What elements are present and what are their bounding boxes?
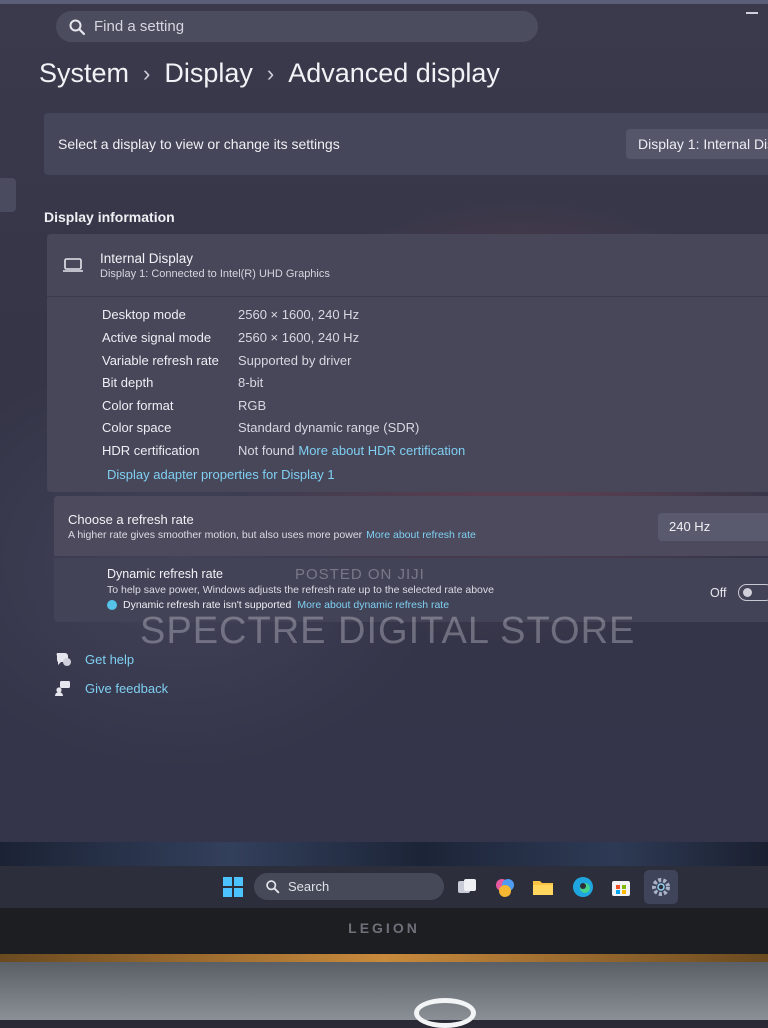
chevron-right-icon: › bbox=[266, 60, 275, 86]
property-key: Color space bbox=[102, 420, 172, 435]
search-placeholder: Find a setting bbox=[94, 18, 185, 35]
section-title-display-information: Display information bbox=[44, 209, 175, 225]
feedback-icon bbox=[55, 681, 70, 696]
refresh-rate-subtitle: A higher rate gives smoother motion, but… bbox=[68, 529, 476, 541]
dynamic-refresh-title: Dynamic refresh rate bbox=[107, 567, 224, 581]
property-value: Standard dynamic range (SDR) bbox=[238, 420, 420, 435]
copilot-icon[interactable] bbox=[494, 876, 516, 898]
hdr-certification-link[interactable]: More about HDR certification bbox=[298, 443, 465, 458]
select-display-card: Select a display to view or change its s… bbox=[44, 113, 768, 175]
minimize-icon[interactable] bbox=[746, 12, 758, 14]
legion-light-logo bbox=[414, 998, 476, 1028]
search-icon bbox=[266, 880, 280, 894]
display-information-card: Internal Display Display 1: Connected to… bbox=[47, 234, 768, 492]
dynamic-refresh-toggle[interactable] bbox=[738, 584, 768, 601]
dynamic-refresh-subtitle: To help save power, Windows adjusts the … bbox=[107, 584, 494, 596]
desktop-wallpaper-strip bbox=[0, 842, 768, 866]
laptop-hinge bbox=[0, 954, 768, 962]
select-display-label: Select a display to view or change its s… bbox=[58, 136, 340, 152]
property-row: Variable refresh rate Supported by drive… bbox=[102, 353, 762, 375]
taskbar-search-box[interactable]: Search bbox=[254, 873, 444, 900]
watermark-posted: POSTED ON JIJI bbox=[295, 566, 425, 583]
property-key: Active signal mode bbox=[102, 330, 212, 345]
property-key: Bit depth bbox=[102, 375, 154, 390]
display-select-dropdown[interactable]: Display 1: Internal Display bbox=[626, 129, 768, 159]
watermark-store: SPECTRE DIGITAL STORE bbox=[140, 610, 636, 652]
display-info-header: Internal Display Display 1: Connected to… bbox=[47, 234, 768, 297]
display-name: Internal Display bbox=[100, 251, 194, 266]
property-row: Color space Standard dynamic range (SDR) bbox=[102, 420, 762, 442]
nav-pane-edge bbox=[0, 178, 16, 212]
property-row: Bit depth 8-bit bbox=[102, 375, 762, 397]
property-row: HDR certification Not found More about HD… bbox=[102, 443, 762, 465]
display-connection: Display 1: Connected to Intel(R) UHD Gra… bbox=[100, 268, 330, 280]
toggle-knob bbox=[743, 588, 752, 597]
refresh-rate-card: Choose a refresh rate A higher rate give… bbox=[54, 496, 768, 556]
property-key: Color format bbox=[102, 398, 174, 413]
property-key: Desktop mode bbox=[102, 307, 186, 322]
file-explorer-icon[interactable] bbox=[532, 876, 554, 898]
refresh-rate-link[interactable]: More about refresh rate bbox=[366, 529, 476, 541]
breadcrumb-display[interactable]: Display bbox=[164, 58, 253, 89]
property-value: 2560 × 1600, 240 Hz bbox=[238, 330, 360, 345]
task-view-icon[interactable] bbox=[456, 876, 478, 898]
settings-search-input[interactable]: Find a setting bbox=[56, 11, 538, 42]
property-key: Variable refresh rate bbox=[102, 353, 219, 368]
property-value: Supported by driver bbox=[238, 353, 352, 368]
property-value-with-link: Not found More about HDR certification bbox=[238, 443, 465, 458]
window-top-edge bbox=[0, 0, 768, 4]
refresh-rate-description: A higher rate gives smoother motion, but… bbox=[68, 529, 363, 541]
breadcrumb: System › Display › Advanced display bbox=[39, 58, 500, 89]
edge-browser-icon[interactable] bbox=[572, 876, 594, 898]
laptop-monitor-icon bbox=[63, 258, 83, 272]
refresh-rate-value: 240 Hz bbox=[669, 519, 711, 534]
property-row: Desktop mode 2560 × 1600, 240 Hz bbox=[102, 307, 762, 329]
settings-window: Find a setting System › Display › Advanc… bbox=[0, 0, 768, 848]
taskbar-search-label: Search bbox=[288, 879, 330, 894]
settings-gear-icon[interactable] bbox=[650, 876, 672, 898]
info-icon bbox=[107, 600, 117, 610]
toggle-state-label: Off bbox=[710, 586, 727, 600]
laptop-brand-logo: LEGION bbox=[348, 920, 420, 936]
display-adapter-properties-link[interactable]: Display adapter properties for Display 1 bbox=[107, 467, 335, 482]
property-value: RGB bbox=[238, 398, 267, 413]
give-feedback-label: Give feedback bbox=[85, 680, 169, 696]
refresh-rate-dropdown[interactable]: 240 Hz ⌄ bbox=[658, 513, 768, 541]
refresh-rate-title: Choose a refresh rate bbox=[68, 512, 194, 527]
breadcrumb-system[interactable]: System bbox=[39, 58, 129, 89]
get-help-label: Get help bbox=[85, 651, 135, 667]
property-key: HDR certification bbox=[102, 443, 200, 458]
property-row: Active signal mode 2560 × 1600, 240 Hz bbox=[102, 330, 762, 352]
search-icon bbox=[69, 19, 86, 35]
chevron-right-icon: › bbox=[143, 60, 151, 86]
property-value: 8-bit bbox=[238, 375, 264, 390]
get-help-link[interactable]: Get help bbox=[54, 650, 134, 668]
microsoft-store-icon[interactable] bbox=[610, 876, 632, 898]
windows-start-icon[interactable] bbox=[222, 876, 244, 898]
give-feedback-link[interactable]: Give feedback bbox=[54, 679, 168, 697]
laptop-base bbox=[0, 962, 768, 1028]
laptop-bezel: LEGION bbox=[0, 908, 768, 954]
property-row: Color format RGB bbox=[102, 398, 762, 420]
property-value: Not found bbox=[238, 443, 295, 458]
property-value: 2560 × 1600, 240 Hz bbox=[238, 307, 360, 322]
taskbar: Search bbox=[0, 866, 768, 908]
help-chat-icon bbox=[56, 653, 71, 666]
page-title: Advanced display bbox=[288, 58, 500, 88]
